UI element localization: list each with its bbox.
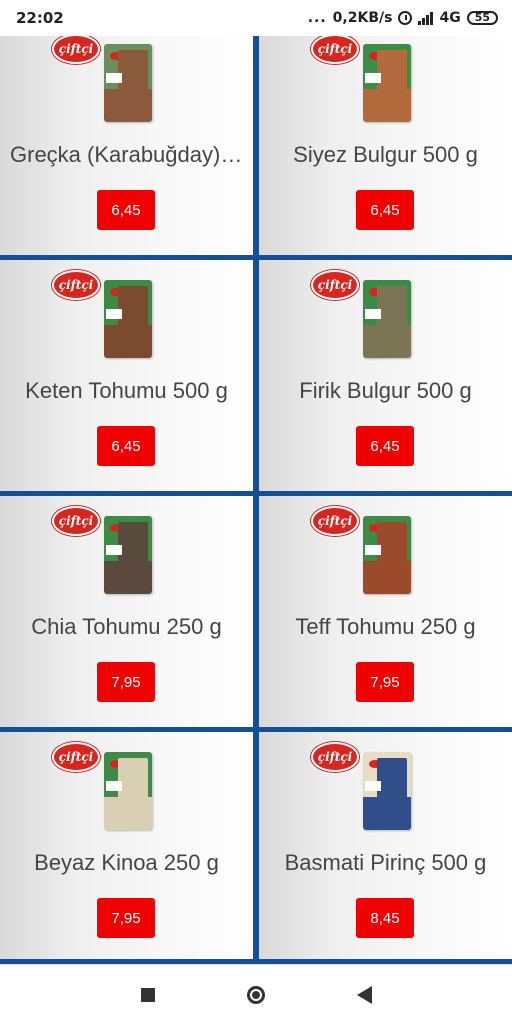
product-card[interactable]: çiftçi Keten Tohumu 500 g 6,45 (0, 260, 253, 491)
product-image (104, 752, 152, 830)
price-button[interactable]: 7,95 (97, 898, 155, 938)
circle-icon (247, 985, 265, 1004)
product-name: Siyez Bulgur 500 g (293, 142, 478, 167)
brand-logo: çiftçi (52, 742, 100, 772)
network-speed: 0,2KB/s (332, 10, 393, 26)
home-button[interactable] (241, 980, 271, 1010)
more-notifications-icon: ... (307, 10, 327, 26)
brand-logo: çiftçi (311, 270, 359, 300)
product-name: Beyaz Kinoa 250 g (34, 850, 219, 875)
product-image (104, 516, 152, 594)
product-grid: çiftçi Greçka (Karabuğday) 5... 6,45 çif… (0, 36, 512, 964)
status-time: 22:02 (16, 9, 64, 27)
product-image (363, 752, 411, 830)
product-image (363, 280, 411, 358)
price-button[interactable]: 6,45 (356, 190, 414, 230)
brand-logo: çiftçi (52, 36, 100, 64)
recents-button[interactable] (133, 980, 163, 1010)
price-button[interactable]: 6,45 (97, 426, 155, 466)
product-name: Greçka (Karabuğday) 5... (10, 142, 243, 167)
brand-logo: çiftçi (311, 36, 359, 64)
product-image (104, 44, 152, 122)
square-icon (141, 987, 155, 1002)
product-card[interactable]: çiftçi Firik Bulgur 500 g 6,45 (259, 260, 512, 491)
price-button[interactable]: 6,45 (97, 190, 155, 230)
product-name: Firik Bulgur 500 g (299, 378, 472, 403)
status-indicators: ... 0,2KB/s 4G 55 (308, 10, 498, 26)
product-image (104, 280, 152, 358)
product-name: Chia Tohumu 250 g (31, 614, 222, 639)
product-image (363, 44, 411, 122)
product-card[interactable]: çiftçi Siyez Bulgur 500 g 6,45 (259, 36, 512, 255)
alarm-icon (398, 11, 413, 25)
price-button[interactable]: 7,95 (356, 662, 414, 702)
battery-icon: 55 (466, 11, 498, 25)
price-button[interactable]: 6,45 (356, 426, 414, 466)
product-card[interactable]: çiftçi Teff Tohumu 250 g 7,95 (259, 496, 512, 727)
brand-logo: çiftçi (52, 506, 100, 536)
product-name: Basmati Pirinç 500 g (284, 850, 487, 875)
product-name: Keten Tohumu 500 g (25, 378, 228, 403)
status-bar: 22:02 ... 0,2KB/s 4G 55 (0, 0, 512, 36)
navigation-bar (0, 964, 512, 1024)
network-type: 4G (439, 10, 461, 26)
product-card[interactable]: çiftçi Basmati Pirinç 500 g 8,45 (259, 732, 512, 959)
back-button[interactable] (349, 980, 379, 1010)
price-button[interactable]: 8,45 (356, 898, 414, 938)
product-image (363, 516, 411, 594)
product-card[interactable]: çiftçi Beyaz Kinoa 250 g 7,95 (0, 732, 253, 959)
brand-logo: çiftçi (311, 742, 359, 772)
brand-logo: çiftçi (52, 270, 100, 300)
product-card[interactable]: çiftçi Greçka (Karabuğday) 5... 6,45 (0, 36, 253, 255)
brand-logo: çiftçi (311, 506, 359, 536)
price-button[interactable]: 7,95 (97, 662, 155, 702)
back-triangle-icon (356, 985, 372, 1004)
signal-icon (418, 11, 434, 25)
battery-level: 55 (474, 11, 490, 24)
product-name: Teff Tohumu 250 g (295, 614, 476, 639)
product-card[interactable]: çiftçi Chia Tohumu 250 g 7,95 (0, 496, 253, 727)
